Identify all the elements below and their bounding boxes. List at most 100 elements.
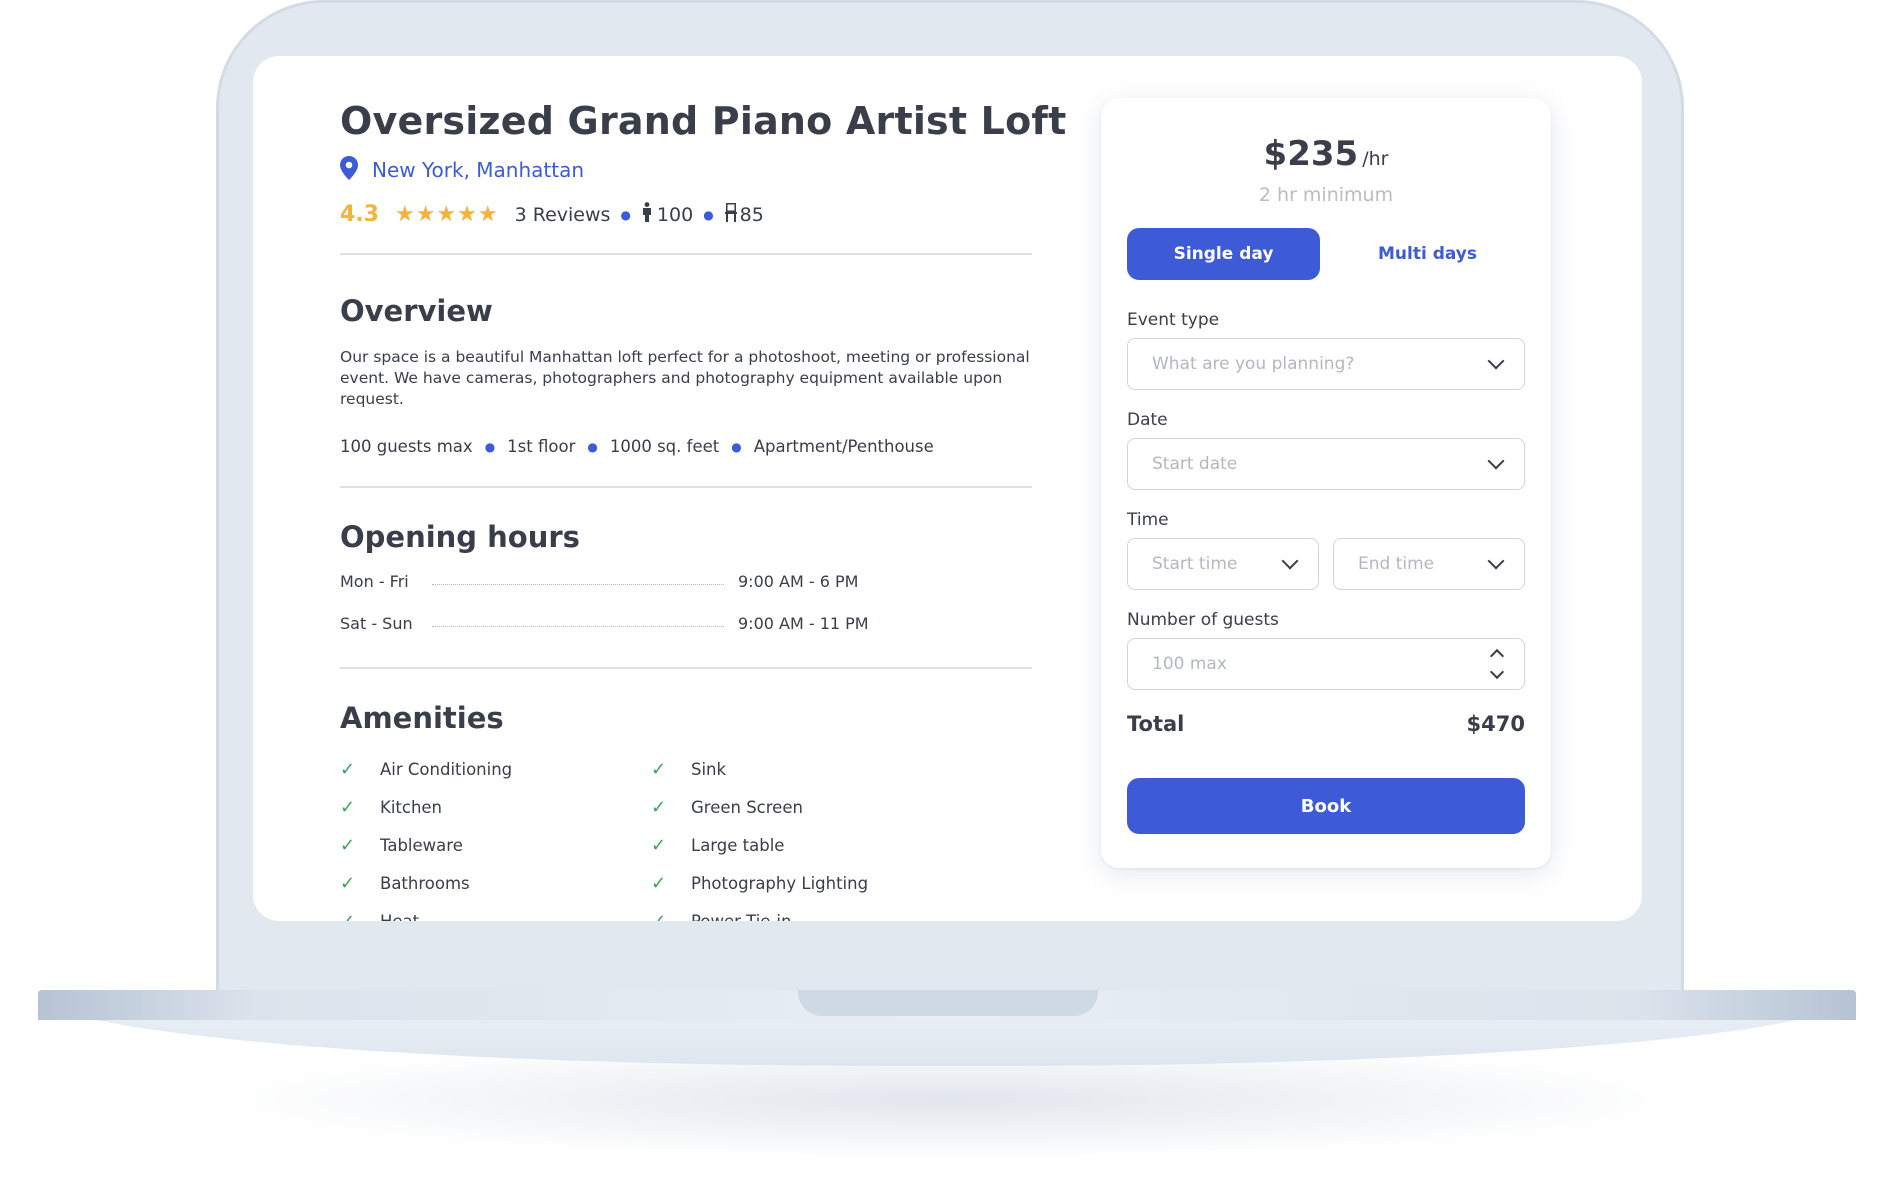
separator-dot: ● (731, 439, 742, 454)
overview-description: Our space is a beautiful Manhattan loft … (340, 348, 1030, 408)
total-value: $470 (1466, 712, 1525, 736)
event-type-select[interactable]: What are you planning? (1127, 338, 1525, 390)
event-type-label: Event type (1127, 310, 1220, 330)
section-divider (340, 486, 1032, 488)
rating-value: 4.3 (340, 202, 379, 227)
separator-dot: ● (620, 207, 631, 222)
amenity-item: ✓ Photography Lighting (651, 864, 868, 902)
amenity-label: Photography Lighting (691, 873, 869, 893)
star-rating-icon: ★★★★★ (394, 202, 499, 227)
location-link[interactable]: New York, Manhattan (372, 158, 584, 182)
separator-dot: ● (484, 439, 496, 454)
dotted-leader (432, 584, 724, 585)
total-row: Total $470 (1127, 712, 1525, 736)
amenity-label: Bathrooms (380, 873, 470, 893)
amenity-item: ✓ Large table (651, 826, 868, 864)
standing-capacity: 100 (656, 203, 694, 226)
amenity-label: Heat (380, 911, 420, 922)
chevron-down-icon (1281, 552, 1299, 570)
guests-input[interactable]: 100 max (1127, 638, 1525, 690)
separator-dot: ● (587, 439, 598, 454)
amenities-heading: Amenities (340, 701, 504, 735)
hourly-price: $235 (1263, 134, 1359, 174)
date-placeholder: Start date (1152, 454, 1238, 474)
check-icon: ✓ (651, 834, 667, 856)
time-label: Time (1127, 510, 1169, 530)
check-icon: ✓ (651, 872, 667, 894)
location-row[interactable]: New York, Manhattan (340, 156, 584, 184)
amenity-item: ✓ Green Screen (651, 788, 868, 826)
date-label: Date (1127, 410, 1168, 430)
laptop-screen: Oversized Grand Piano Artist Loft New Yo… (253, 56, 1642, 921)
chevron-down-icon (1487, 452, 1505, 470)
amenities-right-column: ✓ Sink ✓ Green Screen ✓ Large table ✓ Photog… (651, 750, 868, 922)
amenity-label: Kitchen (380, 797, 443, 817)
spec-floor: 1st floor (507, 437, 576, 456)
check-icon: ✓ (651, 758, 667, 780)
amenity-label: Power Tie-in (691, 911, 792, 922)
map-pin-icon (340, 156, 358, 184)
book-button[interactable]: Book (1127, 778, 1525, 834)
chevron-down-icon (1487, 552, 1505, 570)
multi-days-tab[interactable]: Multi days (1331, 228, 1524, 280)
amenity-label: Green Screen (691, 797, 803, 817)
chevron-up-icon[interactable] (1489, 648, 1505, 664)
event-type-placeholder: What are you planning? (1152, 354, 1355, 374)
standing-person-icon (641, 202, 653, 227)
hours-row: Mon - Fri 9:00 AM - 6 PM (340, 572, 858, 591)
amenity-label: Tableware (380, 835, 463, 855)
check-icon: ✓ (340, 796, 356, 818)
hours-day: Mon - Fri (340, 572, 409, 591)
hours-day: Sat - Sun (340, 614, 413, 633)
amenity-item: ✓ Kitchen (340, 788, 512, 826)
amenity-label: Sink (691, 759, 727, 779)
stepper-arrows-icon[interactable] (1489, 648, 1505, 680)
minimum-hours: 2 hr minimum (1258, 184, 1394, 206)
listing-title: Oversized Grand Piano Artist Loft (340, 99, 1067, 143)
amenity-item: ✓ Sink (651, 750, 868, 788)
amenity-label: Large table (691, 835, 785, 855)
check-icon: ✓ (340, 758, 356, 780)
single-day-tab[interactable]: Single day (1127, 228, 1320, 280)
amenities-left-column: ✓ Air Conditioning ✓ Kitchen ✓ Tableware ✓ B… (340, 750, 512, 922)
hours-time: 9:00 AM - 6 PM (738, 572, 859, 591)
listing-meta: 4.3 ★★★★★ 3 Reviews ● 100 ● 85 (340, 202, 764, 227)
amenity-item: ✓ Tableware (340, 826, 512, 864)
end-time-select[interactable]: End time (1333, 538, 1525, 590)
spec-area: 1000 sq. feet (609, 437, 720, 456)
price-row: $235/hr (1101, 134, 1551, 174)
spec-type: Apartment/Penthouse (753, 437, 934, 456)
amenity-item: ✓ Heat (340, 902, 512, 922)
section-divider (340, 253, 1032, 255)
date-select[interactable]: Start date (1127, 438, 1525, 490)
check-icon: ✓ (340, 910, 356, 922)
overview-heading: Overview (340, 294, 493, 328)
space-specs: 100 guests max ● 1st floor ● 1000 sq. fe… (340, 437, 934, 456)
chair-icon (724, 202, 738, 227)
check-icon: ✓ (340, 834, 356, 856)
hours-row: Sat - Sun 9:00 AM - 11 PM (340, 614, 869, 633)
check-icon: ✓ (651, 796, 667, 818)
seated-capacity: 85 (739, 203, 764, 226)
start-time-select[interactable]: Start time (1127, 538, 1319, 590)
guests-label: Number of guests (1127, 610, 1279, 630)
end-time-placeholder: End time (1358, 554, 1435, 574)
opening-hours-heading: Opening hours (340, 520, 580, 554)
hours-time: 9:00 AM - 11 PM (738, 614, 869, 633)
laptop-notch (798, 990, 1098, 1016)
section-divider (340, 667, 1032, 669)
chevron-down-icon (1487, 352, 1505, 370)
booking-card: $235/hr 2 hr minimum Single day Multi da… (1101, 98, 1551, 868)
price-unit: /hr (1362, 148, 1389, 170)
reviews-link[interactable]: 3 Reviews (515, 204, 611, 226)
amenity-item: ✓ Power Tie-in (651, 902, 868, 922)
guests-placeholder: 100 max (1152, 654, 1227, 674)
chevron-down-icon[interactable] (1489, 664, 1505, 680)
amenity-item: ✓ Bathrooms (340, 864, 512, 902)
dotted-leader (432, 626, 724, 627)
amenity-item: ✓ Air Conditioning (340, 750, 512, 788)
separator-dot: ● (703, 207, 714, 222)
spec-guests: 100 guests max (340, 437, 473, 456)
total-label: Total (1127, 712, 1185, 736)
amenity-label: Air Conditioning (380, 759, 513, 779)
